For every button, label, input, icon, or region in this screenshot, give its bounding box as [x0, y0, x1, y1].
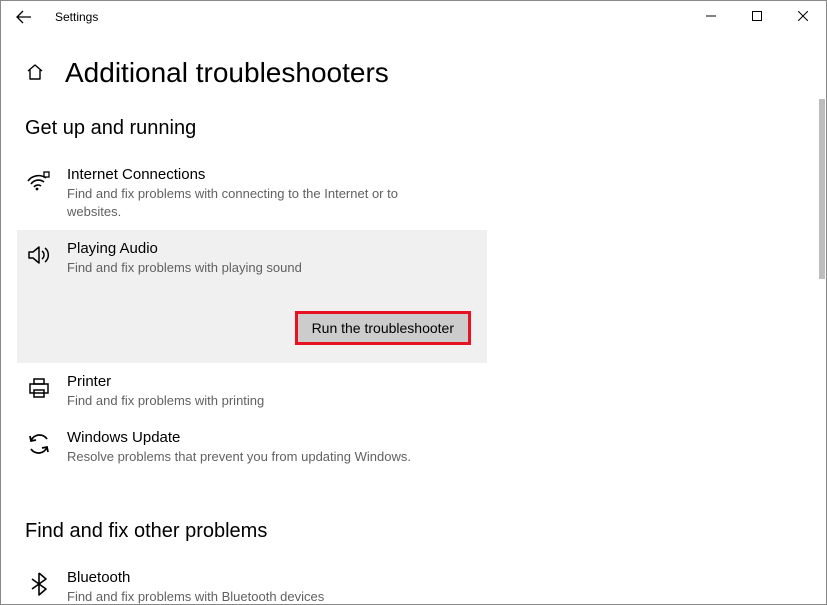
close-icon: [798, 11, 808, 21]
home-icon[interactable]: [25, 62, 47, 84]
maximize-button[interactable]: [734, 1, 780, 31]
window-controls: [688, 1, 826, 31]
troubleshooter-playing-audio[interactable]: Playing Audio Find and fix problems with…: [17, 230, 487, 363]
close-button[interactable]: [780, 1, 826, 31]
section-heading-getup: Get up and running: [25, 117, 802, 140]
content-area: Additional troubleshooters Get up and ru…: [1, 33, 826, 604]
section-heading-other: Find and fix other problems: [25, 520, 802, 543]
troubleshooter-name: Windows Update: [67, 429, 479, 446]
speaker-icon: [25, 242, 53, 270]
run-troubleshooter-button[interactable]: Run the troubleshooter: [295, 311, 471, 345]
troubleshooter-list-other: Bluetooth Find and fix problems with Blu…: [17, 559, 487, 604]
troubleshooter-desc: Resolve problems that prevent you from u…: [67, 448, 427, 466]
troubleshooter-desc: Find and fix problems with printing: [67, 392, 427, 410]
troubleshooter-name: Printer: [67, 373, 479, 390]
troubleshooter-windows-update[interactable]: Windows Update Resolve problems that pre…: [17, 419, 487, 476]
sync-icon: [25, 431, 53, 459]
printer-icon: [25, 375, 53, 403]
back-button[interactable]: [9, 2, 39, 32]
page-header: Additional troubleshooters: [25, 57, 802, 89]
minimize-icon: [706, 11, 716, 21]
troubleshooter-desc: Find and fix problems with playing sound: [67, 259, 427, 277]
wifi-icon: [25, 168, 53, 196]
page-title: Additional troubleshooters: [65, 57, 389, 89]
troubleshooter-printer[interactable]: Printer Find and fix problems with print…: [17, 363, 487, 420]
troubleshooter-list: Internet Connections Find and fix proble…: [17, 156, 487, 476]
minimize-button[interactable]: [688, 1, 734, 31]
troubleshooter-desc: Find and fix problems with Bluetooth dev…: [67, 588, 427, 604]
troubleshooter-internet-connections[interactable]: Internet Connections Find and fix proble…: [17, 156, 487, 230]
arrow-left-icon: [16, 9, 32, 25]
troubleshooter-desc: Find and fix problems with connecting to…: [67, 185, 427, 220]
maximize-icon: [752, 11, 762, 21]
window-title: Settings: [55, 10, 98, 24]
bluetooth-icon: [25, 571, 53, 599]
scrollbar[interactable]: [819, 99, 825, 279]
troubleshooter-name: Internet Connections: [67, 166, 479, 183]
troubleshooter-bluetooth[interactable]: Bluetooth Find and fix problems with Blu…: [17, 559, 487, 604]
troubleshooter-name: Bluetooth: [67, 569, 479, 586]
troubleshooter-name: Playing Audio: [67, 240, 479, 257]
titlebar: Settings: [1, 1, 826, 33]
